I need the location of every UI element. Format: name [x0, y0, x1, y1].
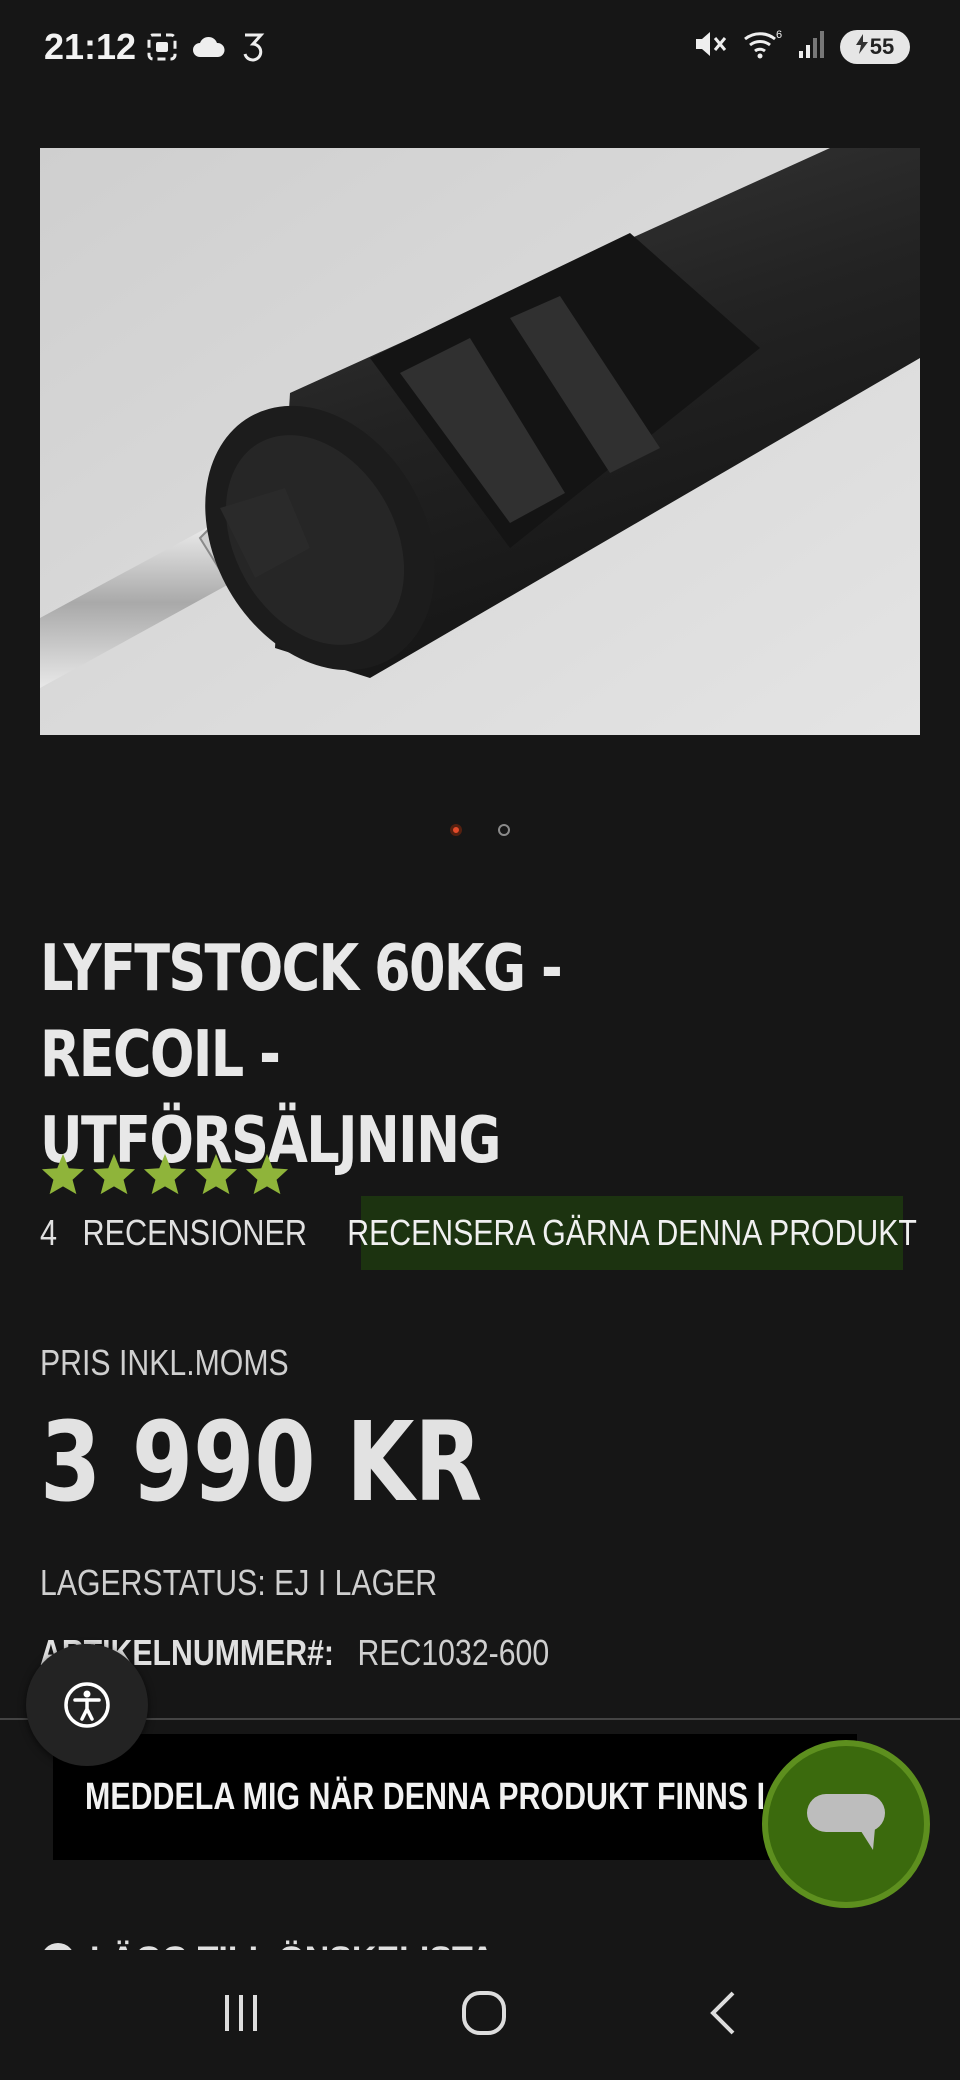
- accessibility-icon: [64, 1682, 110, 1728]
- carrier-3-icon: [240, 30, 268, 69]
- star-icon: [245, 1153, 289, 1195]
- product-title: LYFTSTOCK 60KG - RECOIL - UTFÖRSÄLJNING: [40, 926, 762, 1184]
- write-review-button[interactable]: RECENSERA GÄRNA DENNA PRODUKT: [347, 1196, 917, 1270]
- chat-button[interactable]: [762, 1740, 930, 1908]
- star-icon: [143, 1153, 187, 1195]
- product-image[interactable]: [40, 148, 920, 735]
- charging-icon: [855, 33, 868, 60]
- carousel-dots: [0, 824, 960, 836]
- price: 3 990 KR: [40, 1398, 483, 1526]
- screenshot-icon: [146, 32, 178, 67]
- reviews-count: 4: [40, 1212, 58, 1253]
- cloud-icon: [192, 35, 226, 64]
- back-icon[interactable]: [705, 1989, 741, 2042]
- carousel-dot[interactable]: [498, 824, 510, 836]
- sku-value: REC1032-600: [357, 1632, 550, 1673]
- system-nav-bar: [0, 1950, 960, 2080]
- star-icon: [41, 1153, 85, 1195]
- accessibility-button[interactable]: [26, 1644, 148, 1766]
- carousel-dot-active[interactable]: [450, 824, 462, 836]
- price-label: PRIS INKL.MOMS: [40, 1342, 289, 1383]
- svg-text:6: 6: [776, 29, 782, 41]
- recent-apps-icon[interactable]: [219, 1991, 263, 2040]
- chat-bubble-icon: [807, 1794, 885, 1850]
- star-icon: [194, 1153, 238, 1195]
- status-time: 21:12: [44, 26, 137, 67]
- star-icon: [92, 1153, 136, 1195]
- notify-me-button[interactable]: MEDDELA MIG NÄR DENNA PRODUKT FINNS I LA…: [53, 1734, 857, 1860]
- battery-indicator: 55: [840, 29, 910, 64]
- title-line-1: LYFTSTOCK 60KG - RECOIL -: [40, 932, 563, 1092]
- write-review-label: RECENSERA GÄRNA DENNA PRODUKT: [347, 1212, 917, 1253]
- status-right-icons: 6 55: [694, 28, 910, 65]
- reviews-link[interactable]: 4 RECENSIONER: [40, 1212, 307, 1254]
- rating-stars: [40, 1152, 290, 1196]
- barbell-sleeve-photo: [40, 148, 920, 735]
- reviews-label: RECENSIONER: [82, 1212, 307, 1253]
- mute-icon: [694, 29, 728, 64]
- status-left-icons: [146, 30, 268, 69]
- stock-status: LAGERSTATUS: EJ I LAGER: [40, 1562, 438, 1603]
- signal-icon: [798, 29, 826, 64]
- notify-me-label: MEDDELA MIG NÄR DENNA PRODUKT FINNS I LA…: [85, 1775, 857, 1818]
- status-bar: 21:12 6 55: [0, 0, 960, 92]
- battery-level: 55: [869, 33, 895, 59]
- home-icon[interactable]: [460, 1989, 508, 2042]
- wifi-icon: 6: [742, 28, 784, 65]
